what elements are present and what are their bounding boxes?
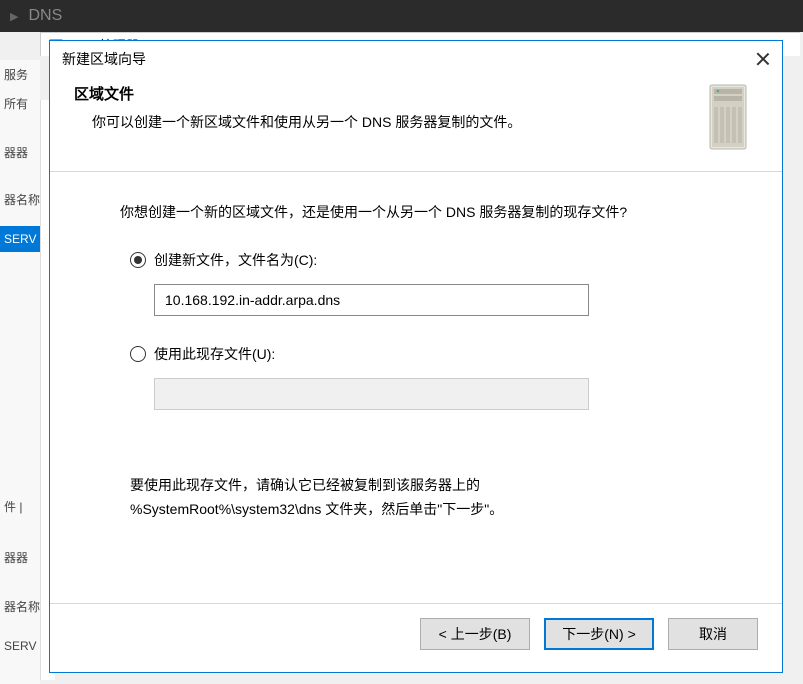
question-text: 你想创建一个新的区域文件，还是使用一个从另一个 DNS 服务器复制的现存文件?: [120, 202, 712, 222]
server-icon: [704, 83, 752, 153]
sidebar-item: 器名称: [0, 185, 40, 214]
dialog-title: 新建区域向导: [62, 49, 146, 69]
radio-use-existing[interactable]: [130, 346, 146, 362]
new-zone-wizard-dialog: 新建区域向导 区域文件 你可以创建一个新区域文件和使用从另一个 DNS 服务器复…: [49, 40, 783, 673]
sidebar-item: 器器: [0, 138, 40, 167]
existing-file-name-input: [154, 378, 589, 410]
dialog-content: 你想创建一个新的区域文件，还是使用一个从另一个 DNS 服务器复制的现存文件? …: [50, 172, 782, 603]
radio-group: 创建新文件，文件名为(C): 使用此现存文件(U): 要使用此现存文件，请确认它…: [120, 250, 712, 522]
button-bar: < 上一步(B) 下一步(N) > 取消: [50, 604, 782, 672]
new-file-name-input[interactable]: [154, 284, 589, 316]
dialog-titlebar: 新建区域向导: [50, 41, 782, 77]
cancel-button[interactable]: 取消: [668, 618, 758, 650]
radio-create-label: 创建新文件，文件名为(C):: [154, 250, 317, 270]
header-title: 区域文件: [74, 83, 704, 104]
back-button[interactable]: < 上一步(B): [420, 618, 530, 650]
note-line2: %SystemRoot%\system32\dns 文件夹，然后单击"下一步"。: [130, 498, 712, 522]
sidebar-item: 件 |: [0, 492, 40, 521]
sidebar-item: 所有: [0, 89, 40, 118]
sidebar-item: 器器: [0, 543, 40, 572]
background-sidebar: 服务 所有 器器 器名称 SERV 件 | 器器 器名称 SERV: [0, 60, 40, 684]
option-use-existing-file[interactable]: 使用此现存文件(U):: [130, 344, 712, 364]
sidebar-item: SERV: [0, 226, 40, 252]
sidebar-item: 器名称: [0, 592, 40, 621]
chevron-right-icon: ▶: [10, 10, 18, 23]
radio-create-new[interactable]: [130, 252, 146, 268]
header-description: 你可以创建一个新区域文件和使用从另一个 DNS 服务器复制的文件。: [74, 112, 704, 132]
radio-existing-label: 使用此现存文件(U):: [154, 344, 275, 364]
option-create-new-file[interactable]: 创建新文件，文件名为(C):: [130, 250, 712, 270]
note-text: 要使用此现存文件，请确认它已经被复制到该服务器上的 %SystemRoot%\s…: [130, 474, 712, 522]
next-button[interactable]: 下一步(N) >: [544, 618, 654, 650]
sidebar-item: 服务: [0, 60, 40, 89]
background-app-title: DNS: [28, 7, 62, 25]
dialog-header: 区域文件 你可以创建一个新区域文件和使用从另一个 DNS 服务器复制的文件。: [50, 77, 782, 171]
note-line1: 要使用此现存文件，请确认它已经被复制到该服务器上的: [130, 474, 712, 498]
background-app-header: ▶ DNS: [0, 0, 803, 32]
close-button[interactable]: [756, 52, 770, 66]
sidebar-item: SERV: [0, 633, 40, 659]
